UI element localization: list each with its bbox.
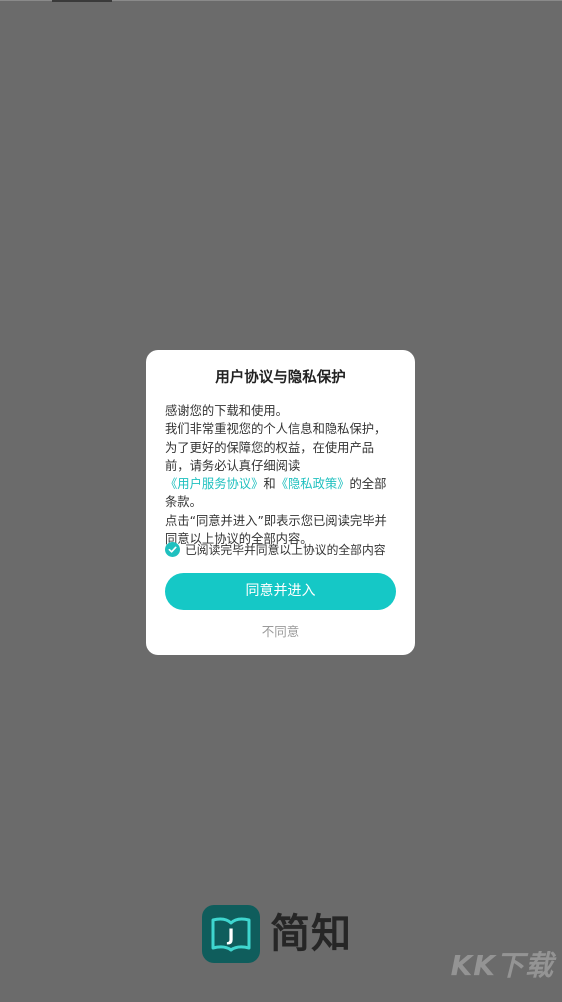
policy-paragraph: 我们非常重视您的个人信息和隐私保护，为了更好的保障您的权益，在使用产品前，请务必…: [165, 420, 397, 511]
consent-label: 已阅读完毕并同意以上协议的全部内容: [185, 542, 386, 557]
disagree-button[interactable]: 不同意: [146, 621, 415, 640]
checkbox-checked-icon[interactable]: [165, 541, 180, 557]
and-text: 和: [263, 477, 276, 492]
brand-name: 简知: [270, 911, 352, 957]
dialog-title: 用户协议与隐私保护: [215, 370, 346, 386]
greeting-text: 感谢您的下载和使用。: [165, 404, 288, 418]
dialog-body: 感谢您的下载和使用。 我们非常重视您的个人信息和隐私保护，为了更好的保障您的权益…: [165, 402, 397, 548]
watermark-logo: KK下载: [450, 949, 554, 982]
consent-checkbox-row[interactable]: 已阅读完毕并同意以上协议的全部内容: [165, 540, 415, 558]
user-agreement-link[interactable]: 《用户服务协议》: [165, 477, 263, 491]
body-text: 我们非常重视您的个人信息和隐私保护，为了更好的保障您的权益，在使用产品前，请务必…: [165, 422, 387, 473]
brand-logo-group: J 简知: [202, 904, 352, 964]
privacy-dialog: 用户协议与隐私保护 感谢您的下载和使用。 我们非常重视您的个人信息和隐私保护，为…: [146, 350, 415, 655]
privacy-policy-link[interactable]: 《隐私政策》: [276, 477, 350, 491]
logo-letter: J: [227, 926, 234, 946]
book-icon: J: [202, 905, 260, 963]
agree-button[interactable]: 同意并进入: [165, 573, 396, 610]
status-bar-indicator: [52, 0, 112, 2]
